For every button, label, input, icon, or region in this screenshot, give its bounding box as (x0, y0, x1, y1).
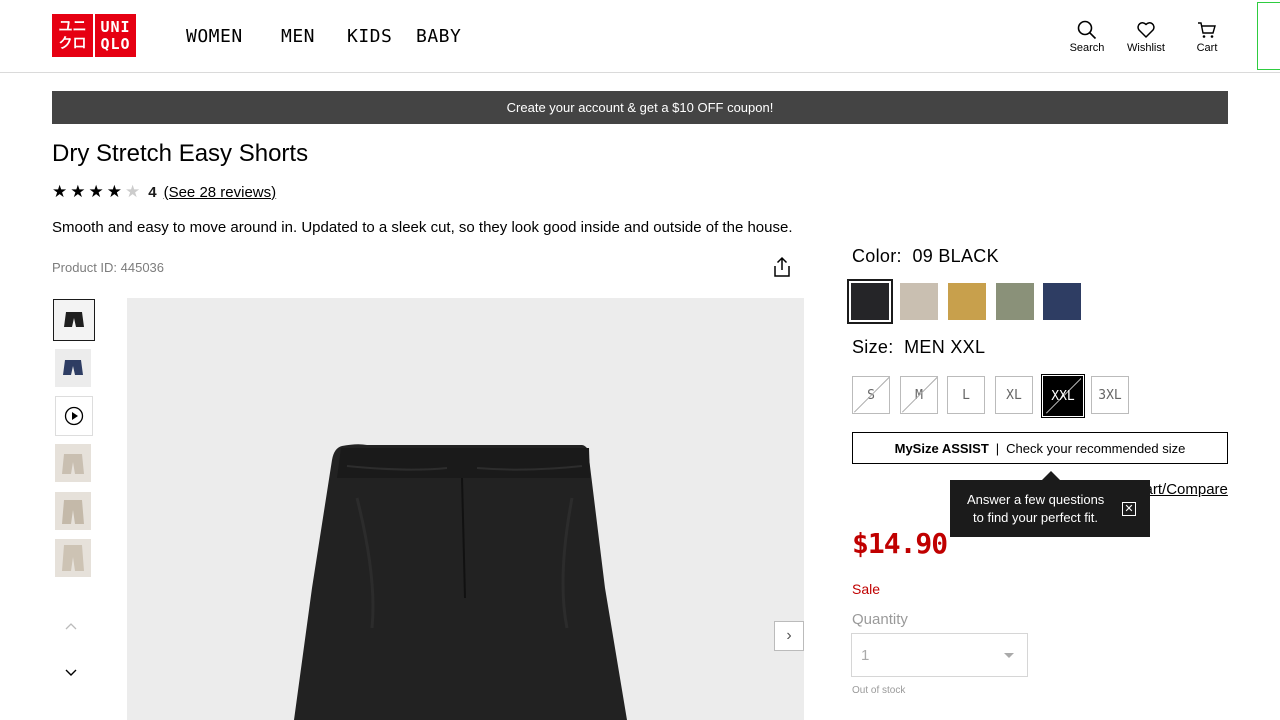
tooltip-line2: to find your perfect fit. (973, 510, 1099, 525)
thumbnails-scroll-up[interactable] (53, 608, 89, 644)
tooltip-line1: Answer a few questions (967, 492, 1105, 507)
shorts-thumbnail-image (64, 312, 84, 327)
stock-status: Out of stock (852, 685, 906, 696)
size-option-xxl[interactable]: XXL (1041, 374, 1085, 418)
cart-label: Cart (1196, 42, 1218, 54)
star-empty-icon: ★ (125, 182, 141, 201)
play-icon (64, 406, 84, 426)
thumbnail-beige-detail[interactable] (55, 492, 91, 530)
product-price: $14.90 (852, 527, 948, 560)
star-icon: ★ (106, 182, 122, 201)
search-button[interactable]: Search (1066, 20, 1108, 54)
size-option-3xl[interactable]: 3XL (1091, 376, 1129, 414)
color-swatch-beige[interactable] (900, 283, 938, 320)
nav-kids[interactable]: KIDS (347, 26, 392, 47)
thumbnail-beige-model[interactable] (55, 444, 91, 482)
beige-shorts-image (62, 454, 84, 474)
chevron-right-icon: › (786, 627, 792, 644)
product-description: Smooth and easy to move around in. Updat… (52, 219, 793, 236)
image-next-button[interactable]: › (774, 621, 804, 651)
size-option-s[interactable]: S (852, 376, 890, 414)
mysize-assist-bar[interactable]: MySize ASSIST | Check your recommended s… (852, 432, 1228, 464)
wishlist-button[interactable]: Wishlist (1121, 20, 1171, 54)
logo-latin-block: UNI QLO (95, 14, 136, 57)
cart-button[interactable]: Cart (1193, 20, 1221, 54)
mysize-text: Check your recommended size (1006, 440, 1186, 456)
star-icon: ★ (52, 182, 68, 201)
quantity-label: Quantity (852, 611, 908, 628)
uniqlo-logo[interactable]: ユニ クロ UNI QLO (52, 14, 136, 57)
thumbnails-scroll-down[interactable] (53, 655, 89, 691)
star-icon: ★ (88, 182, 104, 201)
promo-banner[interactable]: Create your account & get a $10 OFF coup… (52, 91, 1228, 124)
thumbnail-navy-shorts[interactable] (55, 349, 91, 387)
sale-badge: Sale (852, 581, 881, 597)
beige-shorts-image (62, 545, 84, 571)
color-value: 09 BLACK (912, 246, 999, 266)
size-option-m[interactable]: M (900, 376, 938, 414)
thumbnail-beige-back[interactable] (55, 539, 91, 577)
reviews-link[interactable]: (See 28 reviews) (164, 184, 277, 201)
chevron-up-icon (65, 623, 77, 630)
rating-value: 4 (148, 183, 157, 201)
side-drawer-tab[interactable] (1257, 2, 1280, 70)
share-icon (774, 256, 790, 277)
chevron-down-icon (65, 669, 77, 676)
size-label: Size: MEN XXL (852, 337, 986, 357)
beige-shorts-image (62, 500, 84, 524)
mysize-brand: MySize ASSIST (894, 440, 989, 456)
thumbnail-video[interactable] (55, 396, 93, 436)
nav-baby[interactable]: BABY (416, 26, 461, 47)
search-label: Search (1069, 42, 1105, 54)
product-main-image (127, 298, 804, 720)
black-shorts-image (294, 444, 627, 720)
color-swatch-olive[interactable] (996, 283, 1034, 320)
share-button[interactable] (770, 254, 794, 280)
product-title: Dry Stretch Easy Shorts (52, 140, 309, 167)
close-icon[interactable]: ✕ (1122, 502, 1136, 516)
dropdown-arrow-icon (1004, 653, 1014, 658)
nav-women[interactable]: WOMEN (186, 26, 243, 47)
size-option-xl[interactable]: XL (995, 376, 1033, 414)
heart-icon (1137, 22, 1155, 38)
cart-icon (1198, 22, 1216, 38)
shorts-thumbnail-image (63, 360, 83, 375)
quantity-select[interactable]: 1 (851, 633, 1028, 677)
search-icon (1077, 20, 1097, 40)
mysize-tooltip: Answer a few questions to find your perf… (950, 471, 1150, 537)
site-header: ユニ クロ UNI QLO WOMEN MEN KIDS BABY Search W… (0, 0, 1280, 73)
mysize-separator: | (995, 440, 1000, 456)
wishlist-label: Wishlist (1127, 42, 1165, 54)
size-value: MEN XXL (904, 337, 986, 357)
thumbnail-black-shorts[interactable] (53, 299, 95, 341)
color-label: Color: 09 BLACK (852, 246, 999, 266)
quantity-value: 1 (861, 647, 870, 664)
size-option-l[interactable]: L (947, 376, 985, 414)
logo-katakana-block: ユニ クロ (52, 14, 93, 57)
color-swatch-black[interactable] (847, 279, 893, 324)
product-rating: ★ ★ ★ ★ ★ 4 (See 28 reviews) (52, 182, 276, 202)
promo-text[interactable]: Create your account & get a $10 OFF coup… (507, 100, 774, 115)
color-swatch-navy[interactable] (1043, 283, 1081, 320)
product-id: Product ID: 445036 (52, 260, 165, 275)
color-swatch-mustard[interactable] (948, 283, 986, 320)
nav-men[interactable]: MEN (281, 26, 315, 47)
star-icon: ★ (70, 182, 86, 201)
